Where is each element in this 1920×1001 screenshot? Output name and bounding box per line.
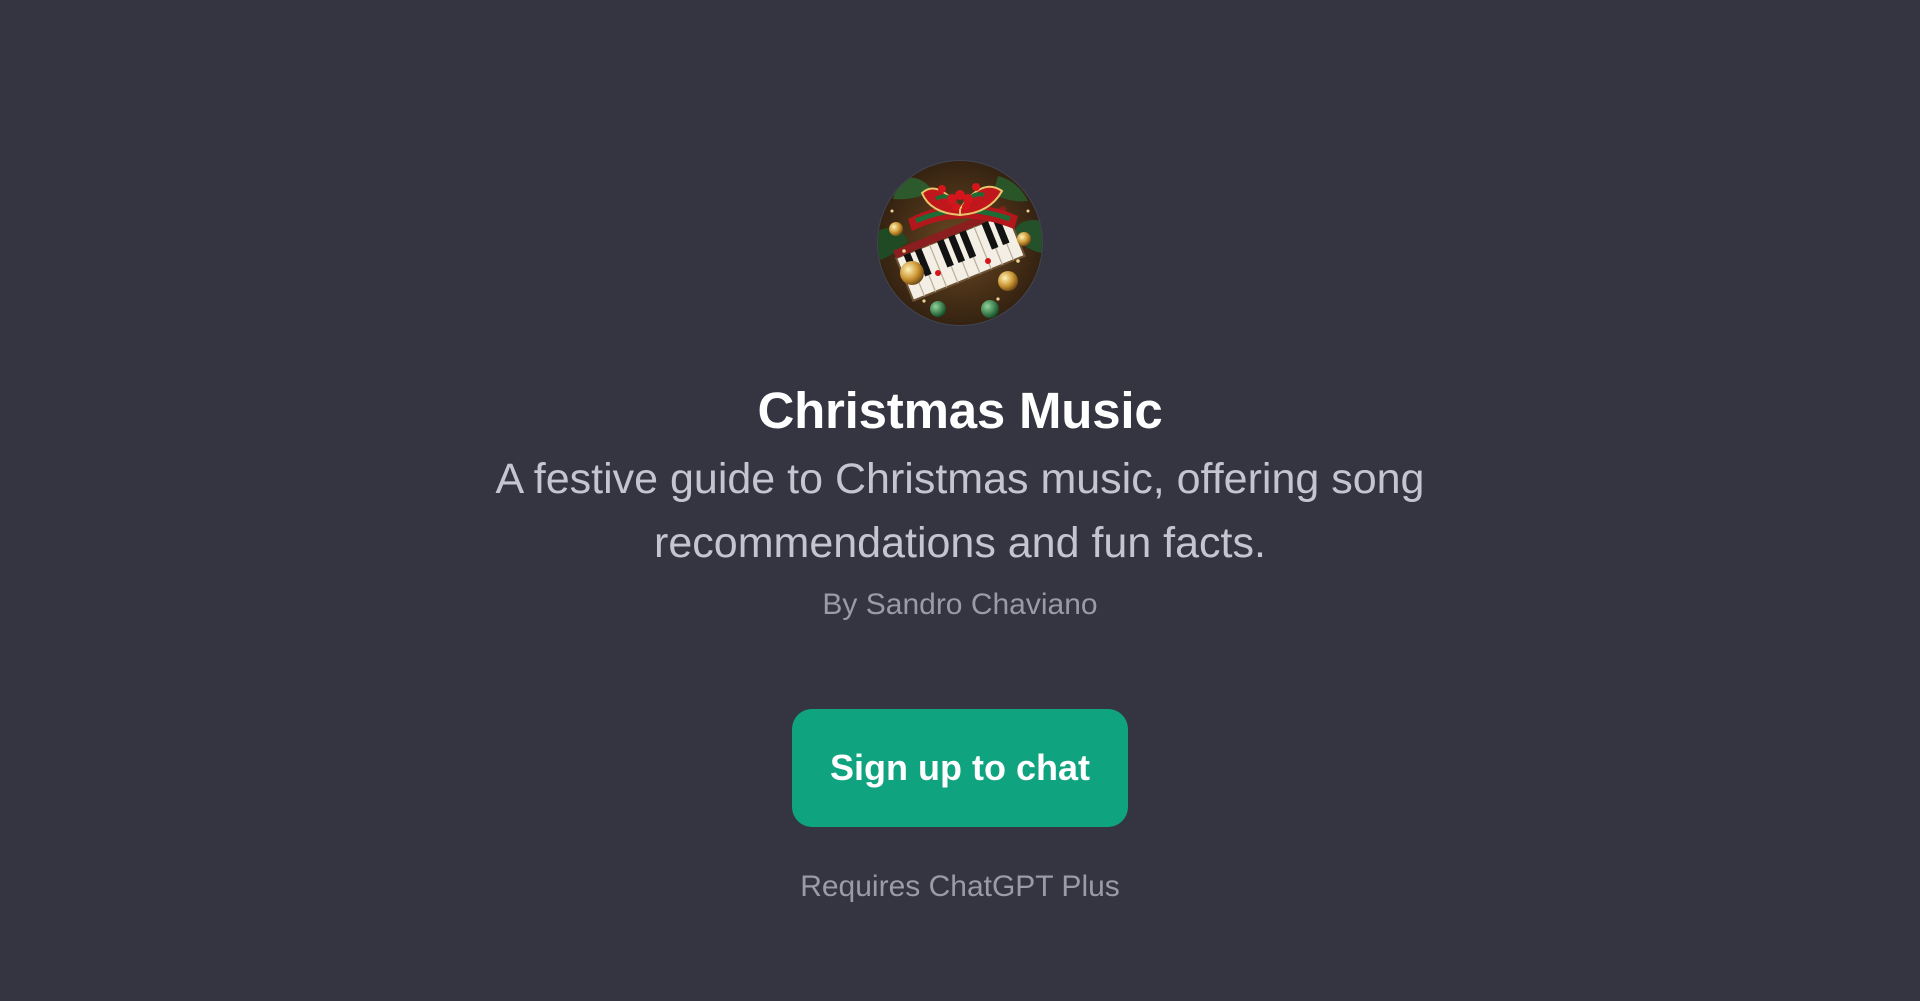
christmas-piano-icon bbox=[878, 161, 1042, 325]
gpt-landing-page: Christmas Music A festive guide to Chris… bbox=[0, 0, 1920, 1001]
gpt-author: By Sandro Chaviano bbox=[822, 588, 1098, 621]
gpt-title: Christmas Music bbox=[757, 382, 1163, 439]
sign-up-to-chat-button[interactable]: Sign up to chat bbox=[792, 709, 1128, 827]
gpt-avatar-image bbox=[878, 161, 1042, 325]
plan-requirement-note: Requires ChatGPT Plus bbox=[800, 870, 1120, 903]
gpt-description: A festive guide to Christmas music, offe… bbox=[495, 455, 1425, 567]
